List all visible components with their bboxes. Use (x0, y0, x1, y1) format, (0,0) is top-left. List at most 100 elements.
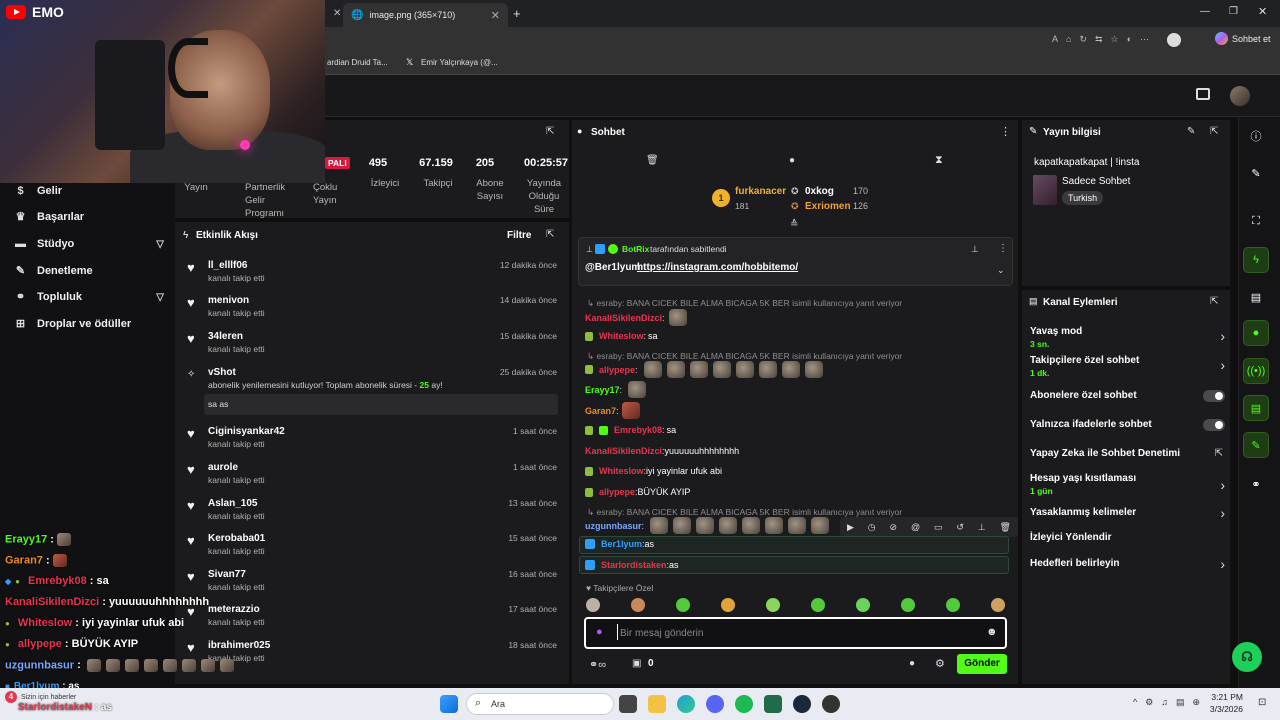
server-icon[interactable]: ▤ (1243, 395, 1269, 421)
clock-date[interactable]: 3/3/2026 (1203, 704, 1243, 714)
gift-icon[interactable]: ▣ (632, 658, 641, 669)
emote-option[interactable] (811, 598, 825, 612)
clock-time[interactable]: 3:21 PM (1203, 692, 1243, 702)
slash-icon[interactable]: ⊘ (890, 522, 898, 533)
chat-bubble-icon[interactable]: ● (909, 658, 915, 669)
chat-username[interactable]: allypepe (599, 365, 635, 375)
sidebar-item-droplar[interactable]: ⊞ Droplar ve ödüller (14, 318, 164, 330)
chat-username[interactable]: Garan7 (585, 406, 616, 416)
sidebar-item-basarilar[interactable]: ♛ Başarılar (14, 211, 164, 223)
copilot-button[interactable]: Sohbet et (1215, 32, 1271, 45)
feed-username[interactable]: Kerobaba01 (208, 533, 265, 544)
action-goals[interactable]: Hedefleri belirleyin › (1030, 556, 1225, 572)
chevron-down-icon[interactable]: ⌄ (997, 265, 1005, 276)
send-button[interactable]: Gönder (957, 654, 1007, 674)
broadcast-icon[interactable]: ((•)) (1243, 358, 1269, 384)
emote-option[interactable] (586, 598, 600, 612)
community-icon[interactable]: ⚭ (1243, 471, 1269, 497)
emote-option[interactable] (631, 598, 645, 612)
lightning-icon[interactable]: ϟ (1243, 247, 1269, 273)
community-icon[interactable]: ⚭∞ (589, 658, 606, 671)
close-icon[interactable]: ✕ (491, 9, 500, 22)
edit-icon[interactable]: ✎ (1243, 160, 1269, 186)
pinned-link[interactable]: https://instagram.com/hobbitemo/ (637, 262, 798, 273)
action-raid[interactable]: İzleyici Yönlendir (1030, 532, 1225, 543)
chat-bubble-icon[interactable]: ● (1243, 320, 1269, 346)
popout-icon[interactable]: ⇱ (1210, 126, 1218, 137)
feed-username[interactable]: Sivan77 (208, 569, 246, 580)
chat-username[interactable]: Starlordistaken (601, 560, 667, 570)
tray-icons[interactable]: ^⚙♫▤⊕ (1133, 697, 1208, 708)
chat-input-placeholder[interactable]: Bir mesaj gönderin (620, 628, 703, 639)
leader-name[interactable]: 0xkog (805, 186, 834, 197)
feed-username[interactable]: ll_elllf06 (208, 260, 247, 271)
tag-badge[interactable]: Turkish (1062, 191, 1104, 205)
maximize-icon[interactable]: ❐ (1229, 6, 1238, 17)
bookmark-item[interactable]: ardian Druid Ta... (327, 58, 388, 67)
avatar[interactable] (1230, 86, 1250, 106)
pin-icon[interactable]: ⊥ (978, 522, 986, 533)
chat-username[interactable]: Erayy17 (585, 385, 620, 395)
trash-icon[interactable]: 🗑 (1000, 522, 1011, 533)
microphone-icon[interactable]: ● (596, 626, 603, 638)
undo-icon[interactable]: ↺ (956, 522, 964, 533)
leader-name[interactable]: furkanacer (735, 186, 786, 197)
info-icon[interactable]: ⓘ (1243, 123, 1269, 149)
emote-option[interactable] (721, 598, 735, 612)
chat-bubble-icon[interactable]: ● (789, 155, 795, 166)
more-icon[interactable]: ⋮ (998, 243, 1008, 254)
windows-start-icon[interactable] (440, 695, 458, 713)
feed-username[interactable]: menivon (208, 295, 249, 306)
document-icon[interactable]: ▤ (1243, 284, 1269, 310)
feed-username[interactable]: aurole (208, 462, 238, 473)
chat-username[interactable]: uzgunnbasur (585, 521, 642, 531)
action-banned-words[interactable]: Yasaklanmış kelimeler › (1030, 505, 1225, 521)
camera-icon[interactable] (1196, 88, 1210, 100)
chat-username[interactable]: Whiteslow (599, 331, 644, 341)
chat-username[interactable]: KanaliSikilenDizci (585, 313, 662, 323)
chat-username[interactable]: Whiteslow (599, 466, 644, 476)
feed-username[interactable]: meterazzio (208, 604, 260, 615)
unpin-icon[interactable]: ⊥ (971, 244, 979, 255)
terminal-icon[interactable] (764, 695, 782, 713)
emote-option[interactable] (766, 598, 780, 612)
sidebar-item-studyo[interactable]: ▬ Stüdyo ▽ (14, 238, 164, 250)
pinned-by-user[interactable]: BotRix (622, 244, 649, 254)
chat-username[interactable]: Emrebyk08 (614, 425, 662, 435)
feed-username[interactable]: Aslan_105 (208, 498, 257, 509)
popout-icon[interactable]: ⇱ (546, 126, 554, 137)
bookmark-item[interactable]: Emir Yalçınkaya (@... (421, 58, 498, 67)
spotify-icon[interactable] (735, 695, 753, 713)
emote-option[interactable] (856, 598, 870, 612)
emoji-icon[interactable]: ☻ (986, 626, 998, 638)
more-icon[interactable]: ⋮ (1000, 125, 1011, 138)
taskbar-search[interactable]: ⌕ Ara (466, 693, 614, 715)
close-tab-icon[interactable]: ✕ (333, 8, 341, 19)
minimize-icon[interactable]: — (1200, 6, 1210, 17)
emote-option[interactable] (901, 598, 915, 612)
support-headset-icon[interactable]: ☊ (1232, 642, 1262, 672)
collapse-icon[interactable]: ≙ (790, 219, 798, 230)
obs-icon[interactable] (822, 695, 840, 713)
discord-icon[interactable] (706, 695, 724, 713)
sidebar-item-denetleme[interactable]: ✎ Denetleme (14, 265, 164, 277)
notification-icon[interactable]: ⊡ (1258, 697, 1266, 708)
edge-icon[interactable] (677, 695, 695, 713)
trash-icon[interactable]: 🗑 (646, 155, 659, 166)
sidebar-item-gelir[interactable]: $ Gelir (14, 185, 164, 197)
emote-option[interactable] (676, 598, 690, 612)
profile-icon[interactable] (1167, 33, 1181, 47)
feed-username[interactable]: vShot (208, 367, 236, 378)
steam-icon[interactable] (793, 695, 811, 713)
emote-only-toggle[interactable] (1203, 419, 1225, 431)
emote-option[interactable] (991, 598, 1005, 612)
sidebar-item-topluluk[interactable]: ⚭ Topluluk ▽ (14, 291, 164, 303)
play-icon[interactable]: ▶ (847, 522, 854, 533)
toolbar-icons[interactable]: A⌂↻⇆☆◐⋯ (1052, 34, 1157, 45)
task-view-icon[interactable] (619, 695, 637, 713)
chat-input-box[interactable]: ● Bir mesaj gönderin ☻ (584, 617, 1007, 649)
mention-icon[interactable]: @ (911, 522, 920, 532)
edit-icon[interactable]: ✎ (1187, 126, 1195, 137)
action-account-age[interactable]: Hesap yaşı kısıtlaması 1 gün › (1030, 473, 1225, 496)
chat-username[interactable]: KanaliSikilenDizci (585, 446, 662, 456)
